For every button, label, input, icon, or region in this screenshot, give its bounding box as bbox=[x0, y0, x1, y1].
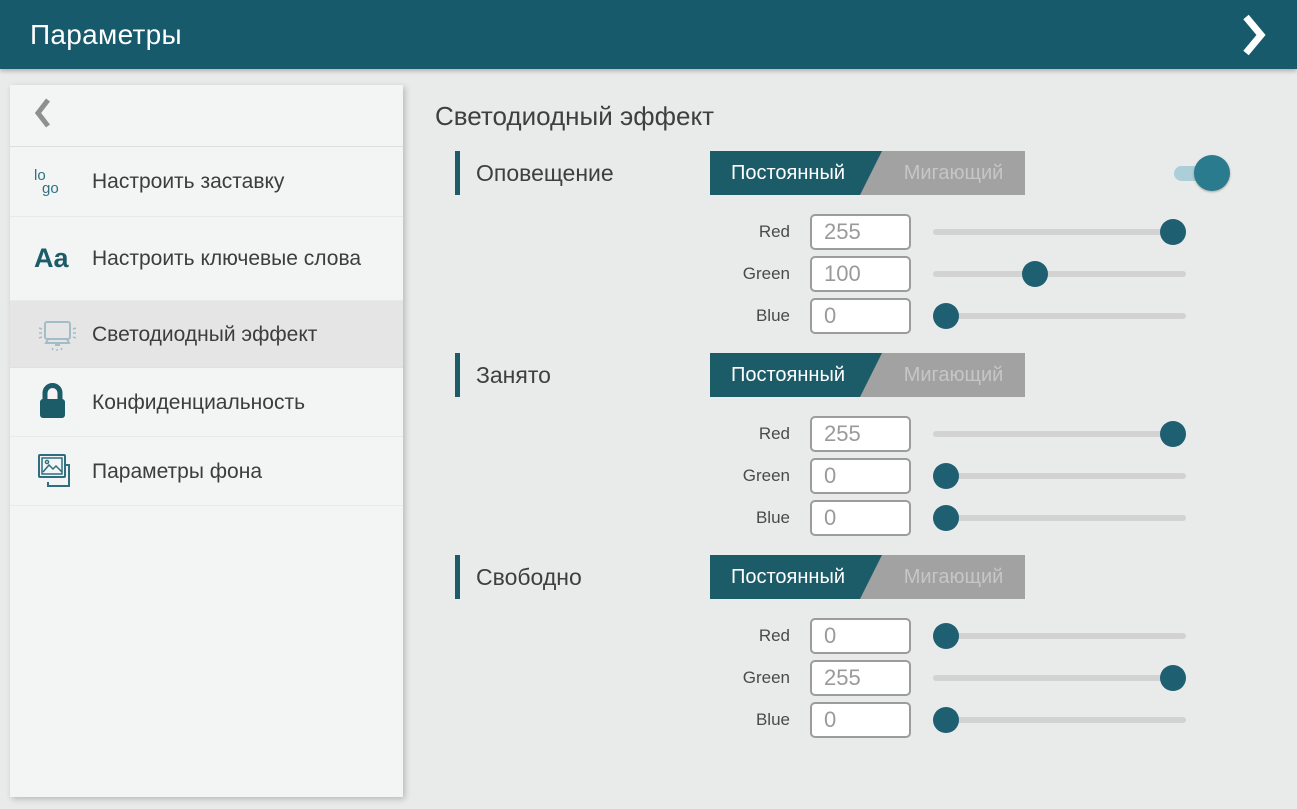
red-value-input[interactable] bbox=[810, 214, 911, 250]
chevron-right-icon[interactable] bbox=[1237, 12, 1271, 58]
section-title: Занято bbox=[476, 362, 551, 389]
mode-option-blinking[interactable]: Мигающий bbox=[882, 151, 1025, 195]
green-value-input[interactable] bbox=[810, 660, 911, 696]
blue-label: Blue bbox=[435, 500, 790, 536]
green-value-input[interactable] bbox=[810, 458, 911, 494]
sidebar-item-background[interactable]: Параметры фона bbox=[10, 437, 403, 506]
red-slider[interactable] bbox=[933, 214, 1186, 250]
slider-thumb[interactable] bbox=[933, 463, 959, 489]
keywords-icon: Aa bbox=[34, 245, 80, 272]
slider-track bbox=[933, 313, 1186, 319]
sidebar-item-keywords[interactable]: Aa Настроить ключевые слова bbox=[10, 217, 403, 301]
blue-value-input[interactable] bbox=[810, 702, 911, 738]
app-header: Параметры bbox=[0, 0, 1297, 69]
red-label: Red bbox=[435, 618, 790, 654]
slider-thumb[interactable] bbox=[933, 505, 959, 531]
mode-option-blinking[interactable]: Мигающий bbox=[882, 353, 1025, 397]
led-effect-panel: Светодиодный эффект Оповещение Постоянны… bbox=[435, 69, 1245, 738]
slider-thumb[interactable] bbox=[1022, 261, 1048, 287]
slider-thumb[interactable] bbox=[933, 303, 959, 329]
green-label: Green bbox=[435, 458, 790, 494]
green-label: Green bbox=[435, 660, 790, 696]
mode-option-solid[interactable]: Постоянный bbox=[710, 151, 882, 195]
slider-track bbox=[933, 271, 1186, 277]
red-value-input[interactable] bbox=[810, 618, 911, 654]
sidebar-item-led-effect[interactable]: Светодиодный эффект bbox=[10, 301, 403, 368]
blue-slider[interactable] bbox=[933, 500, 1186, 536]
sidebar-collapse-button[interactable] bbox=[10, 85, 403, 147]
section-accent-bar bbox=[455, 151, 460, 195]
blue-value-input[interactable] bbox=[810, 500, 911, 536]
blue-slider[interactable] bbox=[933, 298, 1186, 334]
background-images-icon bbox=[34, 451, 80, 491]
green-slider[interactable] bbox=[933, 256, 1186, 292]
green-label: Green bbox=[435, 256, 790, 292]
sidebar-item-label: Параметры фона bbox=[92, 458, 262, 485]
red-value-input[interactable] bbox=[810, 416, 911, 452]
red-slider[interactable] bbox=[933, 618, 1186, 654]
blue-slider[interactable] bbox=[933, 702, 1186, 738]
sidebar-item-label: Настроить заставку bbox=[92, 168, 284, 195]
section-accent-bar bbox=[455, 353, 460, 397]
red-label: Red bbox=[435, 214, 790, 250]
sidebar-item-screensaver[interactable]: logo Настроить заставку bbox=[10, 147, 403, 217]
section-notification: Оповещение Постоянный Мигающий Red Green bbox=[435, 150, 1245, 334]
mode-segmented-control: Постоянный Мигающий bbox=[710, 353, 1025, 397]
blue-label: Blue bbox=[435, 298, 790, 334]
toggle-knob[interactable] bbox=[1194, 155, 1230, 191]
slider-track bbox=[933, 633, 1186, 639]
red-slider[interactable] bbox=[933, 416, 1186, 452]
settings-sidebar: logo Настроить заставку Aa Настроить клю… bbox=[10, 85, 403, 797]
slider-thumb[interactable] bbox=[1160, 219, 1186, 245]
section-header: Занято Постоянный Мигающий bbox=[435, 352, 1245, 398]
section-header: Свободно Постоянный Мигающий bbox=[435, 554, 1245, 600]
mode-option-solid[interactable]: Постоянный bbox=[710, 353, 882, 397]
slider-track bbox=[933, 431, 1186, 437]
chevron-left-icon bbox=[34, 97, 51, 134]
slider-track bbox=[933, 717, 1186, 723]
blue-value-input[interactable] bbox=[810, 298, 911, 334]
section-title: Оповещение bbox=[476, 160, 614, 187]
section-title: Свободно bbox=[476, 564, 582, 591]
section-accent-bar bbox=[455, 555, 460, 599]
green-slider[interactable] bbox=[933, 660, 1186, 696]
section-busy: Занято Постоянный Мигающий Red Green Blu… bbox=[435, 352, 1245, 536]
lock-icon bbox=[34, 382, 80, 422]
logo-icon: logo bbox=[34, 169, 80, 195]
section-free: Свободно Постоянный Мигающий Red Green B… bbox=[435, 554, 1245, 738]
slider-thumb[interactable] bbox=[1160, 665, 1186, 691]
sidebar-item-label: Конфиденциальность bbox=[92, 389, 305, 416]
slider-track bbox=[933, 229, 1186, 235]
mode-segmented-control: Постоянный Мигающий bbox=[710, 555, 1025, 599]
mode-option-solid[interactable]: Постоянный bbox=[710, 555, 882, 599]
page-title: Параметры bbox=[30, 19, 182, 51]
green-value-input[interactable] bbox=[810, 256, 911, 292]
green-slider[interactable] bbox=[933, 458, 1186, 494]
sidebar-item-privacy[interactable]: Конфиденциальность bbox=[10, 368, 403, 437]
slider-thumb[interactable] bbox=[1160, 421, 1186, 447]
rgb-controls: Red Green Blue bbox=[435, 214, 1245, 334]
slider-thumb[interactable] bbox=[933, 707, 959, 733]
notification-toggle[interactable] bbox=[1170, 153, 1232, 193]
rgb-controls: Red Green Blue bbox=[435, 618, 1245, 738]
blue-label: Blue bbox=[435, 702, 790, 738]
slider-thumb[interactable] bbox=[933, 623, 959, 649]
led-screen-icon bbox=[34, 315, 80, 353]
mode-segmented-control: Постоянный Мигающий bbox=[710, 151, 1025, 195]
slider-track bbox=[933, 675, 1186, 681]
rgb-controls: Red Green Blue bbox=[435, 416, 1245, 536]
red-label: Red bbox=[435, 416, 790, 452]
panel-title: Светодиодный эффект bbox=[435, 100, 1245, 132]
slider-track bbox=[933, 473, 1186, 479]
sidebar-item-label: Настроить ключевые слова bbox=[92, 245, 361, 272]
mode-option-blinking[interactable]: Мигающий bbox=[882, 555, 1025, 599]
sidebar-item-label: Светодиодный эффект bbox=[92, 321, 317, 348]
slider-track bbox=[933, 515, 1186, 521]
section-header: Оповещение Постоянный Мигающий bbox=[435, 150, 1245, 196]
